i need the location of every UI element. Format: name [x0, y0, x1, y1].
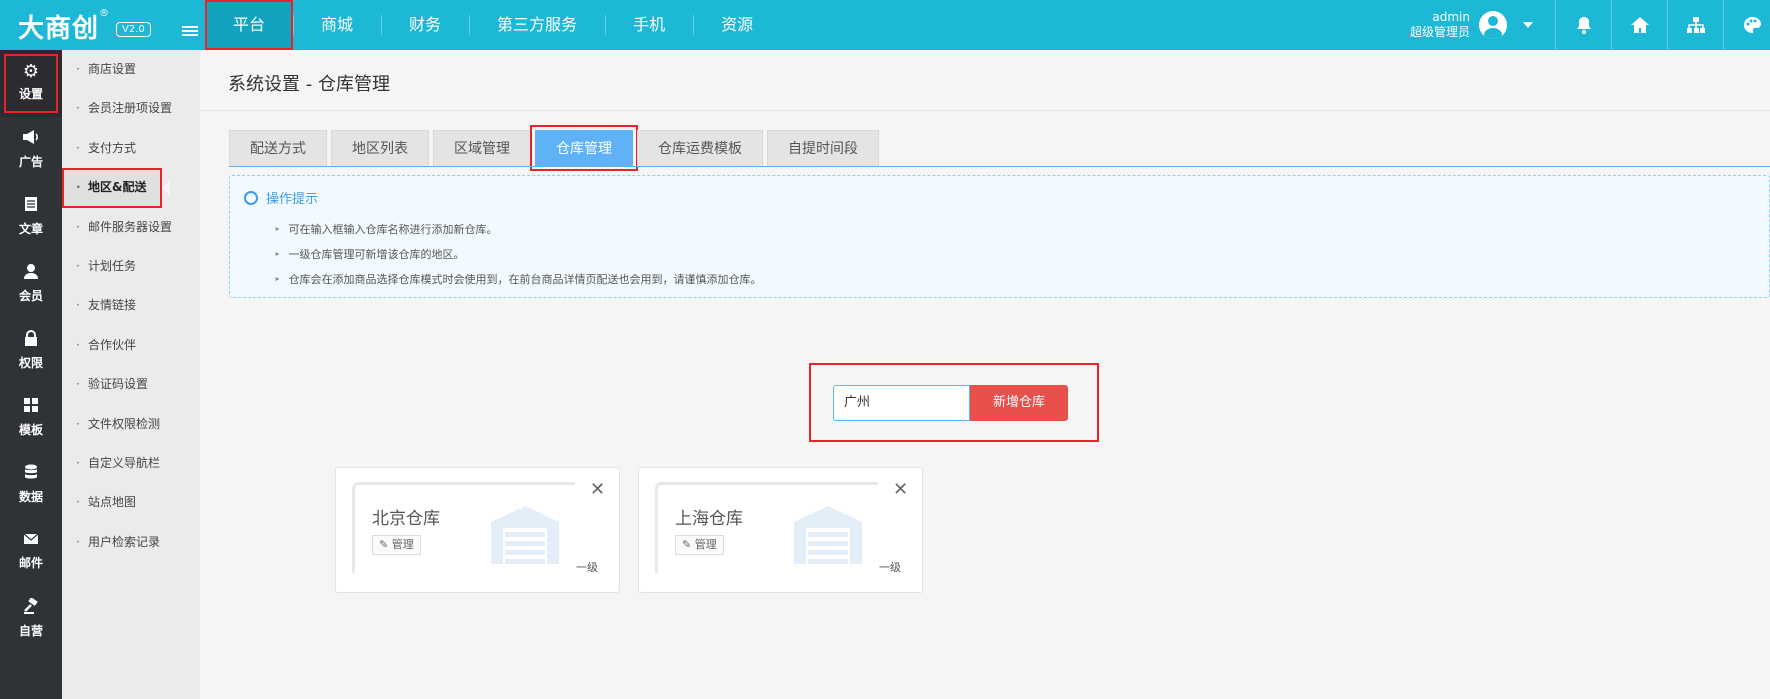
sidebar-item-mail[interactable]: 邮件 — [0, 519, 62, 586]
tab-bar: 配送方式 地区列表 区域管理 仓库管理 仓库运费模板 自提时间段 — [229, 125, 883, 171]
warehouse-level: 一级 — [576, 561, 598, 574]
palette-icon[interactable] — [1723, 0, 1770, 50]
submenu-search-log[interactable]: 用户检索记录 — [62, 523, 200, 562]
topnav-third-party[interactable]: 第三方服务 — [469, 0, 605, 50]
top-nav: 平台 商城 财务 第三方服务 手机 资源 — [205, 0, 781, 50]
submenu-file-permissions[interactable]: 文件权限检测 — [62, 405, 200, 444]
warehouse-name: 北京仓库 — [372, 509, 440, 529]
envelope-icon — [0, 531, 62, 551]
edit-icon: ✎ — [379, 538, 392, 551]
add-warehouse-button[interactable]: 新增仓库 — [970, 385, 1068, 421]
topnav-finance[interactable]: 财务 — [381, 0, 469, 50]
lightbulb-icon — [244, 191, 258, 205]
user-name: admin — [1432, 10, 1470, 24]
sidebar-item-settings[interactable]: ⚙ 设置 — [0, 50, 62, 117]
submenu-sitemap[interactable]: 站点地图 — [62, 483, 200, 522]
topnav-mobile[interactable]: 手机 — [605, 0, 693, 50]
submenu-friend-links[interactable]: 友情链接 — [62, 286, 200, 325]
menu-toggle-icon[interactable] — [182, 26, 198, 38]
tab-warehouse-management[interactable]: 仓库管理 — [530, 125, 638, 171]
sidebar-item-self-run[interactable]: 自营 — [0, 586, 62, 653]
tips-list: 可在输入框输入仓库名称进行添加新仓库。 一级仓库管理可新增该仓库的地区。 仓库会… — [274, 220, 762, 295]
submenu-cron-jobs[interactable]: 计划任务 — [62, 247, 200, 286]
sub-sidebar: 商店设置 会员注册项设置 支付方式 地区&配送 邮件服务器设置 计划任务 友情链… — [62, 50, 200, 699]
manage-button[interactable]: ✎ 管理 — [372, 535, 421, 555]
tab-warehouse-freight-template[interactable]: 仓库运费模板 — [637, 130, 763, 166]
megaphone-icon — [0, 129, 62, 150]
sidebar-item-ads[interactable]: 广告 — [0, 117, 62, 184]
sidebar-item-templates[interactable]: 模板 — [0, 385, 62, 452]
topnav-resources[interactable]: 资源 — [693, 0, 781, 50]
submenu-member-registration[interactable]: 会员注册项设置 — [62, 89, 200, 128]
gear-icon: ⚙ — [22, 61, 40, 82]
tip-item: 一级仓库管理可新增该仓库的地区。 — [274, 245, 762, 270]
main-content: 系统设置 - 仓库管理 配送方式 地区列表 区域管理 仓库管理 仓库运费模板 自… — [200, 50, 1770, 699]
database-icon — [0, 464, 62, 485]
warehouse-card: 北京仓库 ✎ 管理 ✕ 一级 — [335, 467, 620, 593]
warehouse-name-input[interactable]: 广州 — [833, 385, 970, 421]
title-divider — [200, 110, 1770, 111]
tip-item: 可在输入框输入仓库名称进行添加新仓库。 — [274, 220, 762, 245]
top-icons — [1555, 0, 1770, 50]
submenu-captcha[interactable]: 验证码设置 — [62, 365, 200, 404]
bell-icon[interactable] — [1555, 0, 1611, 50]
warehouse-icon — [491, 506, 559, 564]
topnav-mall[interactable]: 商城 — [293, 0, 381, 50]
tab-shipping-methods[interactable]: 配送方式 — [229, 130, 327, 166]
submenu-store-settings[interactable]: 商店设置 — [62, 50, 200, 89]
tab-area-management[interactable]: 区域管理 — [433, 130, 531, 166]
tab-underline — [229, 166, 1770, 167]
file-icon — [0, 196, 62, 217]
warehouse-card: 上海仓库 ✎ 管理 ✕ 一级 — [638, 467, 923, 593]
version-badge: V2.0 — [116, 22, 151, 37]
grid-icon — [0, 397, 62, 418]
tab-region-list[interactable]: 地区列表 — [331, 130, 429, 166]
tab-pickup-time[interactable]: 自提时间段 — [767, 130, 879, 166]
brand-logo[interactable]: 大商创® — [18, 8, 110, 45]
sidebar-item-data[interactable]: 数据 — [0, 452, 62, 519]
submenu-region-shipping[interactable]: 地区&配送 — [62, 168, 170, 208]
edit-icon: ✎ — [682, 538, 695, 551]
avatar[interactable] — [1479, 11, 1507, 39]
tip-item: 仓库会在添加商品选择仓库模式时会使用到，在前台商品详情页配送也会用到，请谨慎添加… — [274, 270, 762, 295]
warehouse-name: 上海仓库 — [675, 509, 743, 529]
home-icon[interactable] — [1611, 0, 1667, 50]
user-role: 超级管理员 — [1409, 25, 1470, 39]
manage-button[interactable]: ✎ 管理 — [675, 535, 724, 555]
submenu-payment[interactable]: 支付方式 — [62, 129, 200, 168]
sidebar-item-members[interactable]: 会员 — [0, 251, 62, 318]
user-info[interactable]: admin 超级管理员 — [1400, 10, 1470, 40]
close-icon[interactable]: ✕ — [893, 480, 908, 500]
page-title: 系统设置 - 仓库管理 — [228, 74, 390, 95]
submenu-custom-nav[interactable]: 自定义导航栏 — [62, 444, 200, 483]
gavel-icon — [0, 597, 62, 619]
chevron-down-icon[interactable] — [1523, 22, 1533, 28]
submenu-partners[interactable]: 合作伙伴 — [62, 326, 200, 365]
warehouse-level: 一级 — [879, 561, 901, 574]
lock-icon — [0, 330, 62, 351]
topnav-platform[interactable]: 平台 — [205, 0, 294, 50]
main-sidebar: ⚙ 设置 广告 文章 会员 权限 模板 数据 邮件 自营 — [0, 50, 62, 699]
sidebar-item-articles[interactable]: 文章 — [0, 184, 62, 251]
warehouse-icon — [794, 506, 862, 564]
sidebar-item-permissions[interactable]: 权限 — [0, 318, 62, 385]
close-icon[interactable]: ✕ — [590, 480, 605, 500]
sitemap-icon[interactable] — [1667, 0, 1723, 50]
submenu-mail-server[interactable]: 邮件服务器设置 — [62, 208, 200, 247]
tips-header[interactable]: 操作提示 — [244, 188, 318, 207]
tips-panel: 操作提示 可在输入框输入仓库名称进行添加新仓库。 一级仓库管理可新增该仓库的地区… — [229, 175, 1770, 298]
top-bar: 大商创® V2.0 平台 商城 财务 第三方服务 手机 资源 admin 超级管… — [0, 0, 1770, 50]
user-icon — [0, 263, 62, 284]
